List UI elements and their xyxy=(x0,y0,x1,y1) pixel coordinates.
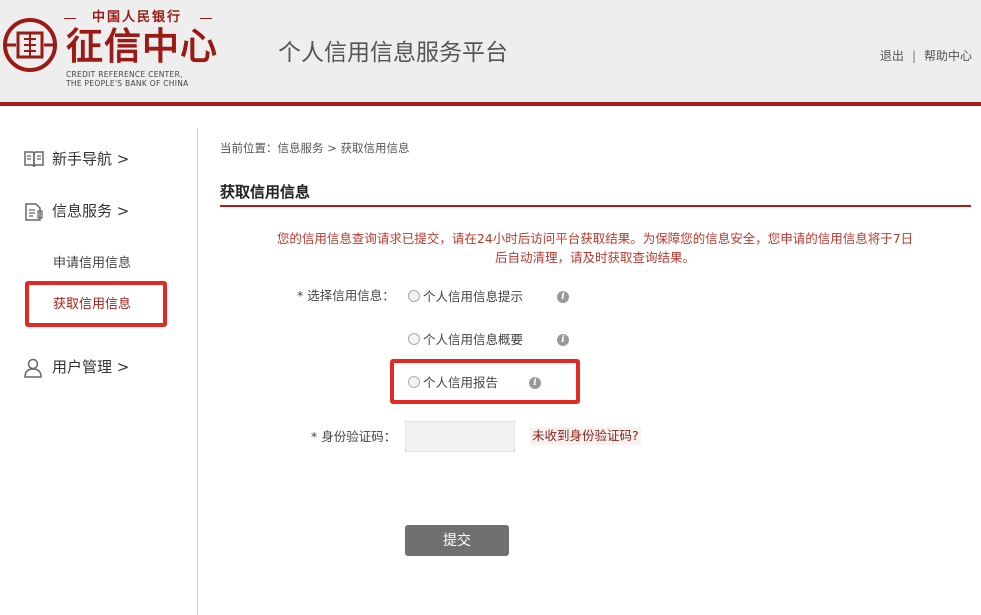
code-not-received-link[interactable]: 未收到身份验证码? xyxy=(530,427,641,445)
sidebar-item-label: 用户管理 > xyxy=(52,358,130,376)
radio-button[interactable] xyxy=(408,290,420,302)
verification-code-label: * 身份验证码： xyxy=(311,429,397,444)
notice-line-1: 您的信用信息查询请求已提交，请在24小时后访问平台获取结果。为保障您的信息安全，… xyxy=(276,231,914,246)
option-label: 个人信用信息概要 xyxy=(423,332,524,347)
logo-english: CREDIT REFERENCE CENTER, THE PEOPLE'S BAN… xyxy=(66,70,189,88)
select-credit-info-label: * 选择信用信息： xyxy=(297,288,395,303)
document-icon xyxy=(25,203,43,221)
option-credit-report[interactable]: 个人信用报告 xyxy=(408,374,498,392)
logo-english-line1: CREDIT REFERENCE CENTER, xyxy=(66,70,183,79)
verification-code-input[interactable] xyxy=(405,421,515,452)
breadcrumb: 当前位置：信息服务 > 获取信用信息 xyxy=(220,141,410,155)
book-icon xyxy=(24,151,44,168)
submit-button[interactable]: 提交 xyxy=(405,525,509,556)
pboc-seal-logo xyxy=(3,18,57,72)
notice-line-2: 后自动清理，请及时获取查询结果。 xyxy=(494,250,695,265)
site-header: 中国人民银行 征信中心 CREDIT REFERENCE CENTER, THE … xyxy=(0,0,981,106)
title-divider xyxy=(220,205,971,207)
info-icon[interactable]: i xyxy=(557,291,569,303)
nav-separator: | xyxy=(911,49,916,63)
option-credit-info-hint[interactable]: 个人信用信息提示 xyxy=(408,288,523,306)
radio-button[interactable] xyxy=(408,376,420,388)
help-center-link[interactable]: 帮助中心 xyxy=(924,49,972,63)
logout-link[interactable]: 退出 xyxy=(880,49,904,63)
option-credit-info-summary[interactable]: 个人信用信息概要 xyxy=(408,331,523,349)
sidebar-subitem-get-credit-info[interactable]: 获取信用信息 xyxy=(53,296,131,314)
info-icon[interactable]: i xyxy=(529,377,541,389)
sidebar-item-label: 新手导航 > xyxy=(52,150,130,168)
info-icon[interactable]: i xyxy=(557,334,569,346)
notice-message: 您的信用信息查询请求已提交，请在24小时后访问平台获取结果。为保障您的信息安全，… xyxy=(220,229,970,267)
radio-button[interactable] xyxy=(408,333,420,345)
user-icon xyxy=(24,358,42,378)
top-nav: 退出 | 帮助中心 xyxy=(880,48,972,64)
sidebar-subitem-apply-credit-info[interactable]: 申请信用信息 xyxy=(53,255,131,273)
sidebar-divider xyxy=(197,128,198,615)
sidebar-item-label: 信息服务 > xyxy=(52,202,130,220)
option-label: 个人信用信息提示 xyxy=(423,289,524,304)
logo-english-line2: THE PEOPLE'S BANK OF CHINA xyxy=(66,79,189,88)
logo-title: 征信中心 xyxy=(66,24,218,68)
option-label: 个人信用报告 xyxy=(423,375,499,390)
page-title: 获取信用信息 xyxy=(220,183,311,201)
site-title: 个人信用信息服务平台 xyxy=(278,40,508,66)
